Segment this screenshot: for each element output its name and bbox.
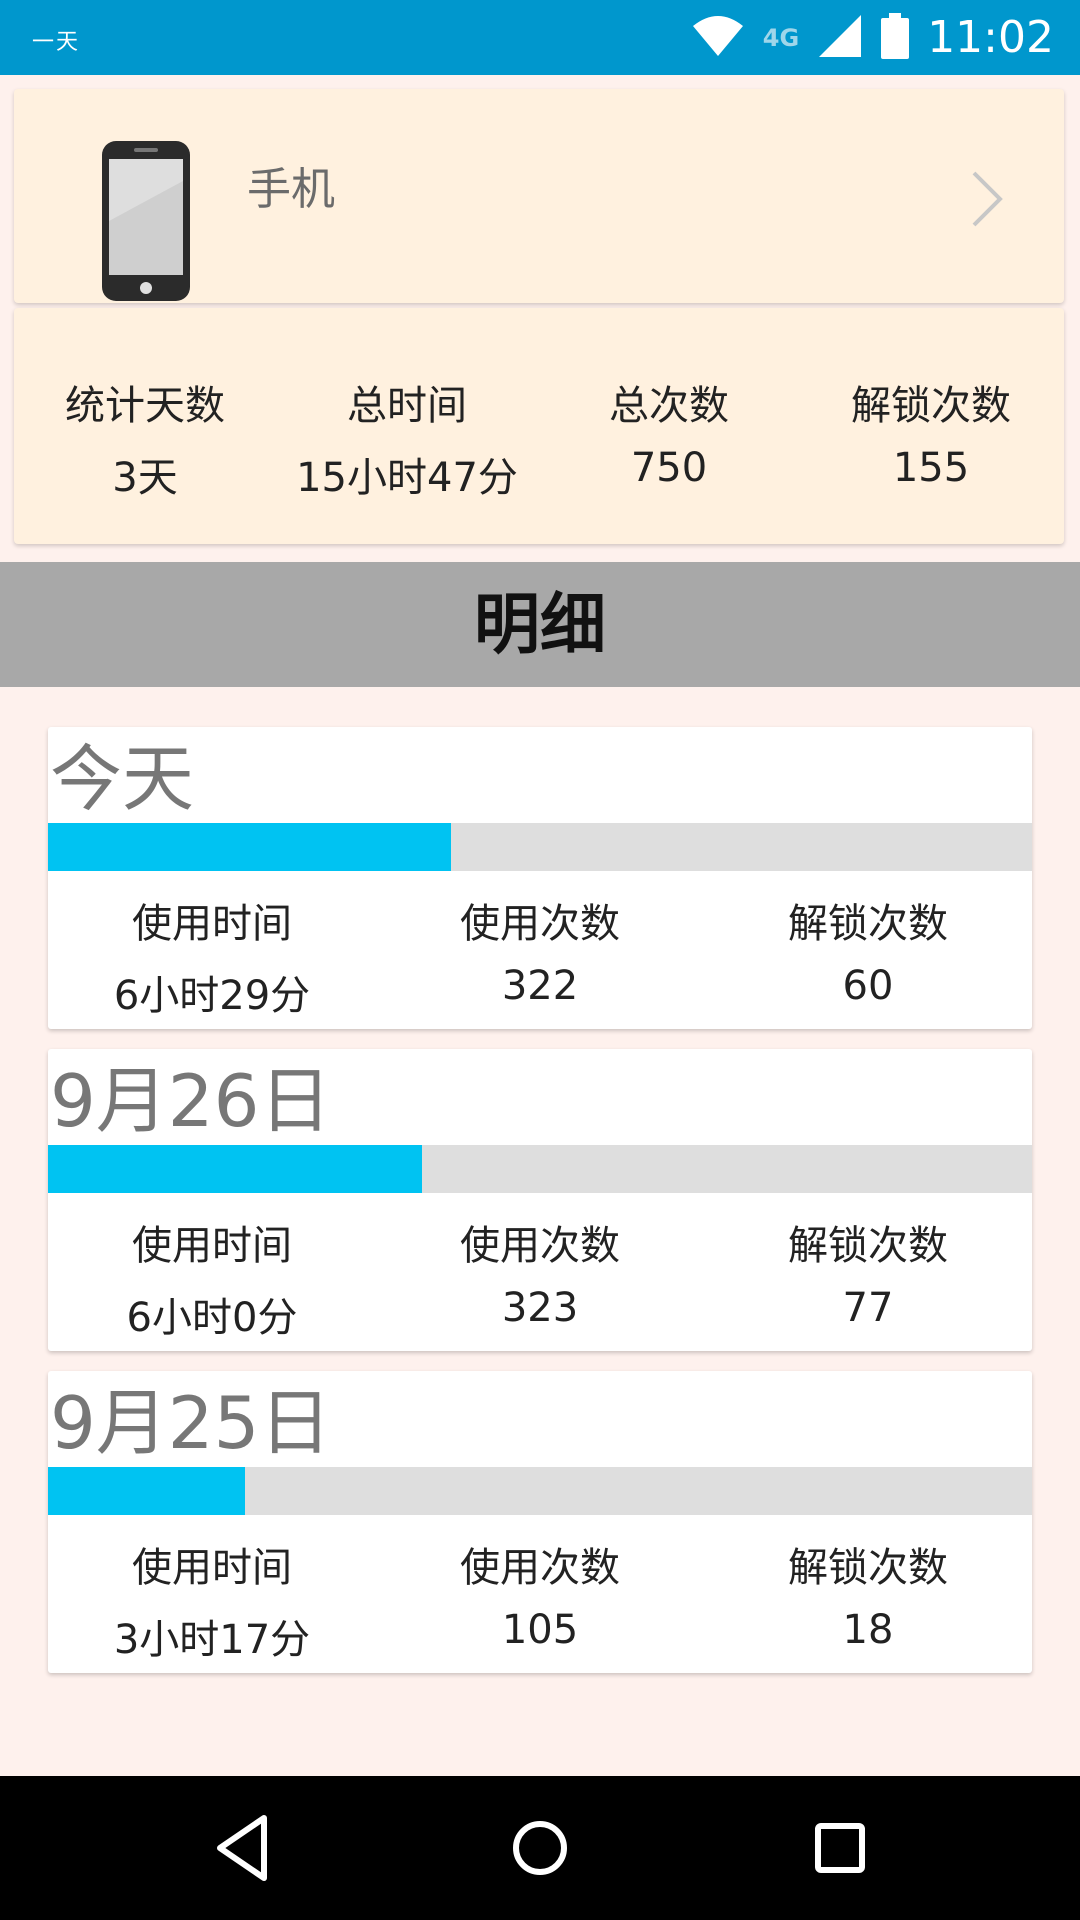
stat-value: 6小时0分 (126, 1295, 298, 1341)
device-card[interactable]: 手机 (14, 89, 1064, 303)
stat-total-count: 总次数 750 (538, 308, 800, 544)
back-triangle-icon[interactable] (212, 1812, 272, 1888)
network-type-label: 4G (762, 23, 800, 52)
stat-value: 750 (630, 445, 708, 491)
stat-value: 60 (842, 963, 894, 1009)
status-app-label: 一天 (32, 30, 81, 55)
chevron-right-icon[interactable] (970, 169, 1004, 233)
stat-value: 155 (892, 445, 970, 491)
stat-label: 使用次数 (460, 901, 620, 947)
stat-label: 使用时间 (132, 1545, 292, 1591)
status-icons: 4G 11:02 (691, 0, 1054, 75)
battery-icon (881, 12, 910, 63)
usage-time: 使用时间 6小时29分 (48, 871, 376, 1029)
status-clock: 11:02 (927, 12, 1054, 63)
usage-progress-bar (48, 1467, 1032, 1515)
section-title: 明细 (474, 586, 606, 663)
usage-progress-fill (48, 823, 452, 871)
system-nav-bar (0, 1776, 1080, 1920)
stat-unlock-count: 解锁次数 155 (800, 308, 1062, 544)
usage-count: 使用次数 322 (376, 871, 704, 1029)
stat-label: 解锁次数 (788, 901, 948, 947)
stat-label: 统计天数 (65, 383, 225, 429)
day-title: 今天 (50, 737, 195, 821)
stat-value: 3小时17分 (113, 1617, 311, 1663)
stat-value: 323 (501, 1285, 579, 1331)
stat-label: 解锁次数 (851, 383, 1011, 429)
stat-label: 使用次数 (460, 1545, 620, 1591)
usage-count: 使用次数 105 (376, 1515, 704, 1673)
cell-signal-icon (817, 13, 863, 63)
stat-value: 15小时47分 (296, 455, 518, 501)
status-bar: 一天 4G 11:02 (0, 0, 1080, 75)
stat-value: 77 (842, 1285, 894, 1331)
home-circle-icon[interactable] (510, 1812, 570, 1888)
stat-value: 18 (842, 1607, 894, 1653)
unlock-count: 解锁次数 77 (704, 1193, 1032, 1351)
stat-label: 总时间 (347, 383, 467, 429)
summary-stats-card: 统计天数 3天 总时间 15小时47分 总次数 750 解锁次数 155 (14, 308, 1064, 544)
stat-value: 3天 (112, 455, 178, 501)
day-title: 9月25日 (50, 1381, 332, 1465)
wifi-icon (691, 14, 745, 62)
stat-label: 使用时间 (132, 901, 292, 947)
day-card-sep-25[interactable]: 9月25日 使用时间 3小时17分 使用次数 105 解锁次数 18 (48, 1371, 1032, 1673)
day-card-sep-26[interactable]: 9月26日 使用时间 6小时0分 使用次数 323 解锁次数 77 (48, 1049, 1032, 1351)
usage-time: 使用时间 6小时0分 (48, 1193, 376, 1351)
day-title: 9月26日 (50, 1059, 332, 1143)
recents-square-icon[interactable] (810, 1812, 870, 1888)
stat-value: 6小时29分 (113, 973, 311, 1019)
stat-days: 统计天数 3天 (14, 308, 276, 544)
stat-label: 解锁次数 (788, 1545, 948, 1591)
stat-label: 解锁次数 (788, 1223, 948, 1269)
usage-progress-fill (48, 1467, 245, 1515)
stat-label: 使用时间 (132, 1223, 292, 1269)
usage-progress-bar (48, 823, 1032, 871)
usage-time: 使用时间 3小时17分 (48, 1515, 376, 1673)
stat-value: 105 (501, 1607, 579, 1653)
usage-count: 使用次数 323 (376, 1193, 704, 1351)
unlock-count: 解锁次数 60 (704, 871, 1032, 1029)
device-name: 手机 (247, 164, 335, 215)
usage-progress-bar (48, 1145, 1032, 1193)
stat-label: 总次数 (609, 383, 729, 429)
stat-value: 322 (501, 963, 579, 1009)
usage-progress-fill (48, 1145, 422, 1193)
day-card-today[interactable]: 今天 使用时间 6小时29分 使用次数 322 解锁次数 60 (48, 727, 1032, 1029)
stat-total-time: 总时间 15小时47分 (276, 308, 538, 544)
stat-label: 使用次数 (460, 1223, 620, 1269)
details-section-header: 明细 (0, 562, 1080, 687)
unlock-count: 解锁次数 18 (704, 1515, 1032, 1673)
smartphone-icon (102, 141, 190, 305)
